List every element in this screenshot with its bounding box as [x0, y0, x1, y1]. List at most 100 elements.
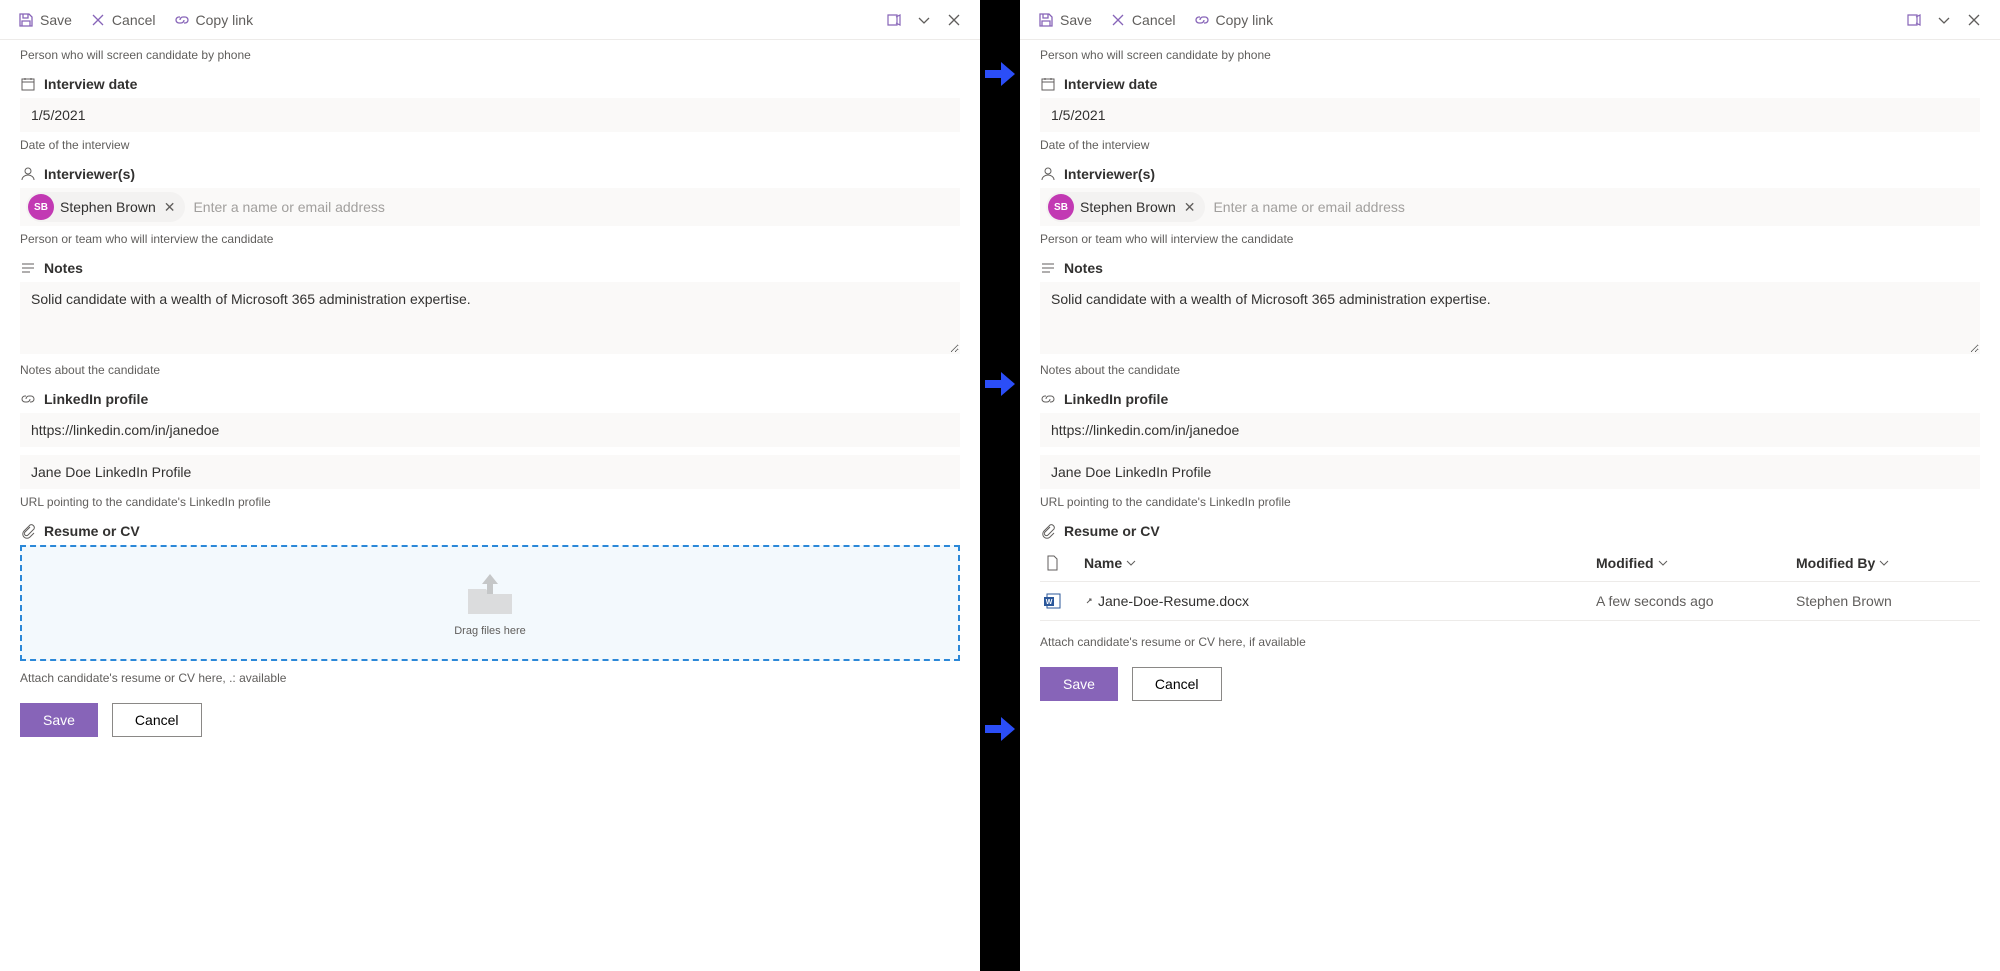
panel-after: Save Cancel Copy link Person who will sc…: [1020, 0, 2000, 971]
interviewers-input[interactable]: [189, 193, 954, 221]
copylink-button[interactable]: Copy link: [1194, 12, 1274, 28]
save-label: Save: [40, 12, 72, 28]
link-icon: [1040, 391, 1056, 407]
chevron-down-icon: [1658, 558, 1668, 568]
edit-form-icon[interactable]: [886, 12, 902, 28]
svg-text:W: W: [1046, 599, 1053, 606]
cancel-label: Cancel: [1132, 12, 1176, 28]
interview-date-input[interactable]: [1040, 98, 1980, 132]
interview-date-label: Interview date: [20, 76, 960, 92]
save-icon: [18, 12, 34, 28]
table-row[interactable]: W Jane-Doe-Resume.docx A few seconds ago…: [1040, 582, 1980, 621]
interviewers-picker[interactable]: SB Stephen Brown ✕: [20, 188, 960, 226]
interviewers-help: Person or team who will interview the ca…: [20, 232, 960, 246]
col-name-header[interactable]: Name: [1084, 555, 1596, 571]
notes-textarea[interactable]: [20, 282, 960, 354]
person-chip[interactable]: SB Stephen Brown ✕: [26, 192, 185, 222]
chip-remove-icon[interactable]: ✕: [1182, 199, 1198, 216]
notes-help: Notes about the candidate: [1040, 363, 1980, 377]
toolbar: Save Cancel Copy link: [1020, 0, 2000, 40]
interviewers-picker[interactable]: SB Stephen Brown ✕: [1040, 188, 1980, 226]
form-save-button[interactable]: Save: [1040, 667, 1118, 701]
close-icon[interactable]: [1966, 12, 1982, 28]
edit-form-icon[interactable]: [1906, 12, 1922, 28]
linkedin-url-input[interactable]: [1040, 413, 1980, 447]
save-button[interactable]: Save: [1038, 12, 1092, 28]
chevron-down-icon[interactable]: [916, 12, 932, 28]
col-modified-header[interactable]: Modified: [1596, 555, 1796, 571]
form-save-button[interactable]: Save: [20, 703, 98, 737]
linkedin-display-input[interactable]: [20, 455, 960, 489]
copylink-button[interactable]: Copy link: [174, 12, 254, 28]
chevron-down-icon: [1126, 558, 1136, 568]
cancel-button[interactable]: Cancel: [1110, 12, 1176, 28]
copylink-label: Copy link: [1216, 12, 1274, 28]
chevron-down-icon: [1879, 558, 1889, 568]
avatar: SB: [1048, 194, 1074, 220]
person-chip[interactable]: SB Stephen Brown ✕: [1046, 192, 1205, 222]
interviewers-input[interactable]: [1209, 193, 1974, 221]
text-icon: [1040, 260, 1056, 276]
calendar-icon: [20, 76, 36, 92]
linkedin-display-input[interactable]: [1040, 455, 1980, 489]
cancel-label: Cancel: [112, 12, 156, 28]
arrow-icon: [985, 60, 1015, 88]
word-doc-icon: W: [1044, 592, 1062, 610]
share-overlay-icon: [1084, 596, 1094, 606]
linkedin-url-input[interactable]: [20, 413, 960, 447]
person-icon: [1040, 166, 1056, 182]
form-cancel-button[interactable]: Cancel: [112, 703, 202, 737]
save-label: Save: [1060, 12, 1092, 28]
person-icon: [20, 166, 36, 182]
copylink-label: Copy link: [196, 12, 254, 28]
interviewers-label: Interviewer(s): [20, 166, 960, 182]
notes-textarea[interactable]: [1040, 282, 1980, 354]
link-icon: [1194, 12, 1210, 28]
resume-label: Resume or CV: [20, 523, 960, 539]
file-name-link[interactable]: Jane-Doe-Resume.docx: [1098, 593, 1249, 609]
chip-remove-icon[interactable]: ✕: [162, 199, 178, 216]
form-cancel-button[interactable]: Cancel: [1132, 667, 1222, 701]
chip-name: Stephen Brown: [60, 199, 156, 215]
interview-date-input[interactable]: [20, 98, 960, 132]
close-icon[interactable]: [946, 12, 962, 28]
attachment-icon: [1040, 523, 1056, 539]
dropzone-text: Drag files here: [454, 625, 526, 637]
file-table: Name Modified Modified By W: [1040, 545, 1980, 621]
linkedin-label: LinkedIn profile: [1040, 391, 1980, 407]
interview-date-help: Date of the interview: [1040, 138, 1980, 152]
arrow-icon: [985, 370, 1015, 398]
linkedin-help: URL pointing to the candidate's LinkedIn…: [1040, 495, 1980, 509]
linkedin-help: URL pointing to the candidate's LinkedIn…: [20, 495, 960, 509]
text-icon: [20, 260, 36, 276]
cancel-button[interactable]: Cancel: [90, 12, 156, 28]
screener-help: Person who will screen candidate by phon…: [1040, 48, 1980, 62]
link-icon: [174, 12, 190, 28]
doctype-header-icon: [1044, 555, 1060, 571]
chip-name: Stephen Brown: [1080, 199, 1176, 215]
file-dropzone[interactable]: Drag files here: [20, 545, 960, 661]
avatar: SB: [28, 194, 54, 220]
save-button[interactable]: Save: [18, 12, 72, 28]
resume-help: Attach candidate's resume or CV here, if…: [1040, 635, 1980, 649]
notes-label: Notes: [1040, 260, 1980, 276]
chevron-down-icon[interactable]: [1936, 12, 1952, 28]
file-modifiedby: Stephen Brown: [1796, 593, 1976, 609]
toolbar: Save Cancel Copy link: [0, 0, 980, 40]
interviewers-help: Person or team who will interview the ca…: [1040, 232, 1980, 246]
x-icon: [90, 12, 106, 28]
save-icon: [1038, 12, 1054, 28]
col-modifiedby-header[interactable]: Modified By: [1796, 555, 1976, 571]
notes-label: Notes: [20, 260, 960, 276]
notes-help: Notes about the candidate: [20, 363, 960, 377]
resume-label: Resume or CV: [1040, 523, 1980, 539]
upload-folder-icon: [460, 569, 520, 619]
calendar-icon: [1040, 76, 1056, 92]
panel-before: Save Cancel Copy link Person who will sc…: [0, 0, 980, 971]
x-icon: [1110, 12, 1126, 28]
comparison-divider: [980, 0, 1020, 971]
arrow-icon: [985, 715, 1015, 743]
file-table-header: Name Modified Modified By: [1040, 545, 1980, 582]
linkedin-label: LinkedIn profile: [20, 391, 960, 407]
link-icon: [20, 391, 36, 407]
